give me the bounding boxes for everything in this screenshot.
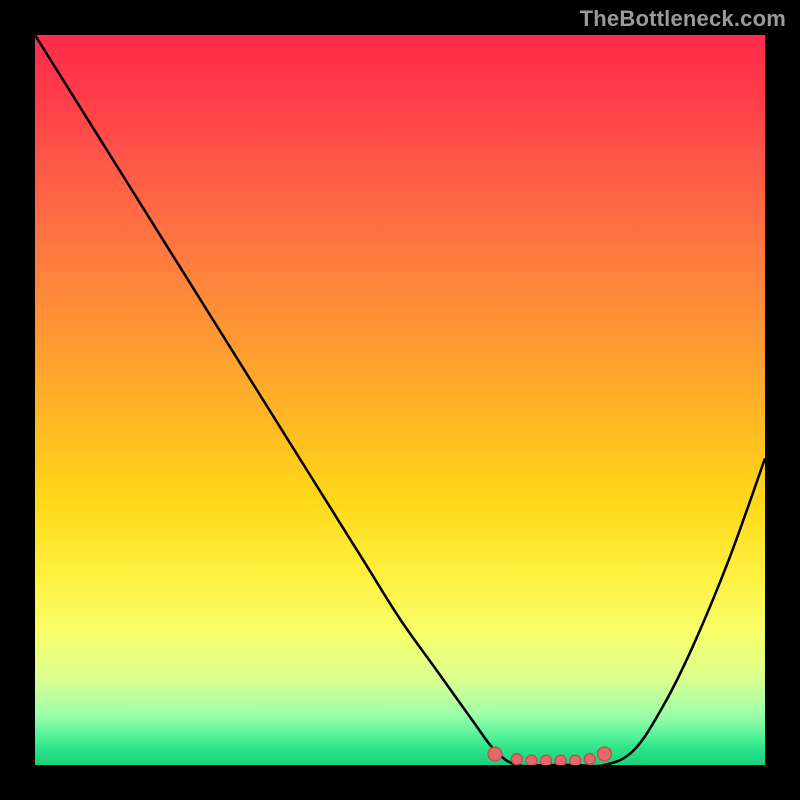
optimal-dot	[488, 747, 502, 761]
curve-svg	[35, 35, 765, 765]
watermark-text: TheBottleneck.com	[580, 6, 786, 32]
optimal-range-dots	[488, 747, 611, 765]
optimal-dot	[541, 755, 552, 765]
chart-frame: TheBottleneck.com	[0, 0, 800, 800]
optimal-dot	[597, 747, 611, 761]
optimal-dot	[584, 754, 595, 765]
optimal-dot	[511, 754, 522, 765]
plot-area	[35, 35, 765, 765]
bottleneck-curve-path	[35, 35, 765, 765]
optimal-dot	[555, 755, 566, 765]
optimal-dot	[570, 755, 581, 765]
optimal-dot	[526, 755, 537, 765]
